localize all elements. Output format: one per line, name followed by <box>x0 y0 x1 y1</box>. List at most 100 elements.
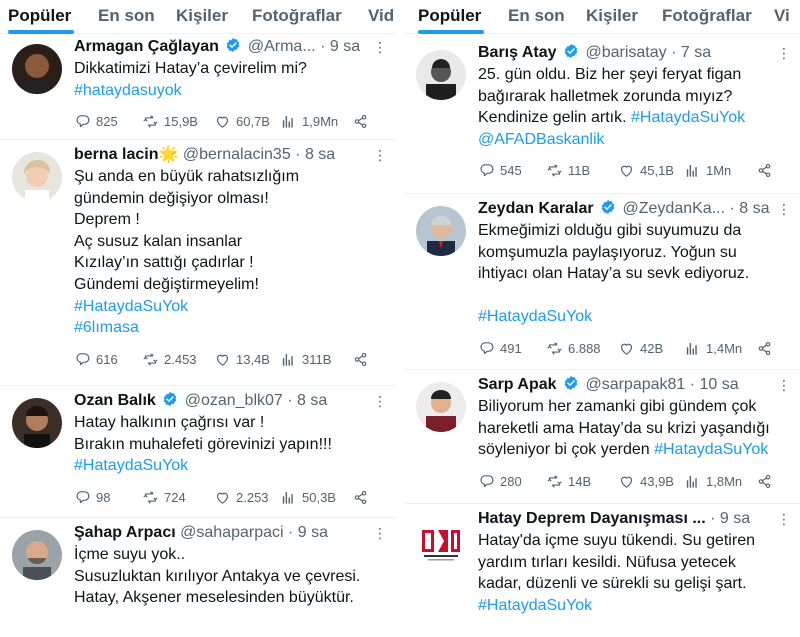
author-handle[interactable]: @sarpapak81 <box>585 376 685 393</box>
author-name[interactable]: Armagan Çağlayan <box>74 38 219 55</box>
hashtag-link[interactable]: #6lımasa <box>74 317 386 339</box>
author-handle[interactable]: @ZeydanKa... <box>623 200 726 217</box>
avatar[interactable] <box>416 382 466 432</box>
author-handle[interactable]: @ozan_blk07 <box>185 392 283 409</box>
author-handle[interactable]: @barisatay <box>585 44 666 61</box>
like-button[interactable]: 42B <box>618 340 663 357</box>
tab-photos[interactable]: Fotoğraflar <box>252 6 342 26</box>
more-icon[interactable]: ⋮ <box>373 522 386 544</box>
hashtag-link[interactable]: #HataydaSuYok <box>74 296 386 318</box>
more-icon[interactable]: ⋮ <box>777 374 790 396</box>
views-button[interactable]: 50,3B <box>280 489 336 506</box>
author-name[interactable]: Zeydan Karalar <box>478 200 594 217</box>
author-name[interactable]: berna lacin <box>74 146 158 163</box>
share-button[interactable] <box>352 351 369 371</box>
more-icon[interactable]: ⋮ <box>777 198 790 220</box>
tab-popular[interactable]: Popüler <box>8 6 71 26</box>
tweet-time[interactable]: 8 sa <box>297 392 327 409</box>
views-button[interactable]: 1,4Mn <box>684 340 742 357</box>
tweet-time[interactable]: 10 sa <box>700 376 739 393</box>
tab-people[interactable]: Kişiler <box>176 6 228 26</box>
like-button[interactable]: 43,9B <box>618 473 674 490</box>
retweets-count: 14B <box>568 473 592 489</box>
tweet-time[interactable]: 8 sa <box>305 146 335 163</box>
author-handle[interactable]: @sahaparpaci <box>180 524 283 541</box>
tweet-time[interactable]: 8 sa <box>739 200 769 217</box>
reply-button[interactable]: 545 <box>478 162 522 179</box>
avatar[interactable] <box>12 398 62 448</box>
retweet-button[interactable]: 14B <box>546 473 591 490</box>
views-button[interactable]: 311B <box>280 351 331 368</box>
tweet[interactable]: Şahap Arpacı @sahaparpaci · 9 sa ⋮ İçme su… <box>0 522 396 637</box>
retweet-button[interactable]: 724 <box>142 489 186 506</box>
tab-latest[interactable]: En son <box>98 6 155 26</box>
like-button[interactable]: 60,7B <box>214 113 270 130</box>
tweet[interactable]: Hatay Deprem Dayanışması ... · 9 sa ⋮ Hata… <box>404 508 800 637</box>
reply-button[interactable]: 98 <box>74 489 110 506</box>
tab-popular[interactable]: Popüler <box>418 6 481 26</box>
author-name[interactable]: Sarp Apak <box>478 376 557 393</box>
author-handle[interactable]: @bernalacin35 <box>183 146 291 163</box>
hashtag-link[interactable]: #hataydasuyok <box>74 80 386 102</box>
avatar[interactable] <box>416 50 466 100</box>
retweet-button[interactable]: 6.888 <box>546 340 601 357</box>
author-handle[interactable]: @Arma... <box>248 38 316 55</box>
share-button[interactable] <box>756 473 773 493</box>
retweet-button[interactable]: 2.453 <box>142 351 197 368</box>
tweet[interactable]: Armagan Çağlayan @Arma... · 9 sa ⋮ Dikkati… <box>0 36 396 140</box>
hashtag-link[interactable]: #HataydaSuYok <box>478 595 790 617</box>
avatar[interactable] <box>416 206 466 256</box>
author-name[interactable]: Ozan Balık <box>74 392 156 409</box>
retweet-icon <box>547 164 562 177</box>
tweet-text-line: bağırarak halletmek zorunda mıyız? <box>478 87 733 105</box>
avatar[interactable] <box>12 152 62 202</box>
tab-latest[interactable]: En son <box>508 6 565 26</box>
tweet[interactable]: Zeydan Karalar @ZeydanKa... · 8 sa ⋮ Ekmeğ… <box>404 198 800 370</box>
tweet[interactable]: Sarp Apak @sarpapak81 · 10 sa ⋮ Biliyorum … <box>404 374 800 504</box>
avatar[interactable] <box>12 530 62 580</box>
views-count: 1,4Mn <box>706 341 743 356</box>
tab-videos[interactable]: Vid <box>368 6 394 26</box>
reply-button[interactable]: 280 <box>478 473 522 490</box>
more-icon[interactable]: ⋮ <box>777 508 790 530</box>
like-button[interactable]: 45,1B <box>618 162 674 179</box>
more-icon[interactable]: ⋮ <box>777 42 790 64</box>
retweet-button[interactable]: 15,9B <box>142 113 198 130</box>
reply-button[interactable]: 491 <box>478 340 522 357</box>
author-name[interactable]: Şahap Arpacı <box>74 524 176 541</box>
tweet-time[interactable]: 7 sa <box>681 44 711 61</box>
views-button[interactable]: 1,8Mn <box>684 473 742 490</box>
more-icon[interactable]: ⋮ <box>373 144 386 166</box>
hashtag-link[interactable]: #HataydaSuYok <box>478 306 790 328</box>
share-button[interactable] <box>352 489 369 509</box>
share-button[interactable] <box>352 113 369 133</box>
more-icon[interactable]: ⋮ <box>373 390 386 412</box>
tweet[interactable]: berna lacin🌟 @bernalacin35 · 8 sa ⋮ Şu and… <box>0 144 396 386</box>
hashtag-link[interactable]: #HataydaSuYok <box>631 109 745 126</box>
tweet[interactable]: Barış Atay @barisatay · 7 sa ⋮ 25. gün old… <box>404 42 800 194</box>
tab-photos[interactable]: Fotoğraflar <box>662 6 752 26</box>
share-button[interactable] <box>756 340 773 360</box>
more-icon[interactable]: ⋮ <box>373 36 386 58</box>
avatar[interactable] <box>12 44 62 94</box>
tweet[interactable]: Ozan Balık @ozan_blk07 · 8 sa ⋮ Hatay halk… <box>0 390 396 518</box>
hashtag-link[interactable]: @AFADBaskanlik <box>478 129 790 151</box>
author-name[interactable]: Barış Atay <box>478 44 557 61</box>
like-button[interactable]: 13,4B <box>214 351 270 368</box>
tweet-time[interactable]: 9 sa <box>330 38 360 55</box>
hashtag-link[interactable]: #HataydaSuYok <box>654 441 768 458</box>
hashtag-link[interactable]: #HataydaSuYok <box>74 455 386 477</box>
views-button[interactable]: 1,9Mn <box>280 113 338 130</box>
reply-button[interactable]: 825 <box>74 113 118 130</box>
tweet-time[interactable]: 9 sa <box>720 510 750 527</box>
views-button[interactable]: 1Mn <box>684 162 731 179</box>
share-button[interactable] <box>756 162 773 182</box>
tweet-time[interactable]: 9 sa <box>298 524 328 541</box>
like-button[interactable]: 2.253 <box>214 489 269 506</box>
tab-people[interactable]: Kişiler <box>586 6 638 26</box>
reply-button[interactable]: 616 <box>74 351 118 368</box>
tab-videos[interactable]: Vi <box>774 6 790 26</box>
author-name[interactable]: Hatay Deprem Dayanışması ... <box>478 510 706 527</box>
organization-logo[interactable] <box>416 516 466 566</box>
retweet-button[interactable]: 11B <box>546 162 590 179</box>
